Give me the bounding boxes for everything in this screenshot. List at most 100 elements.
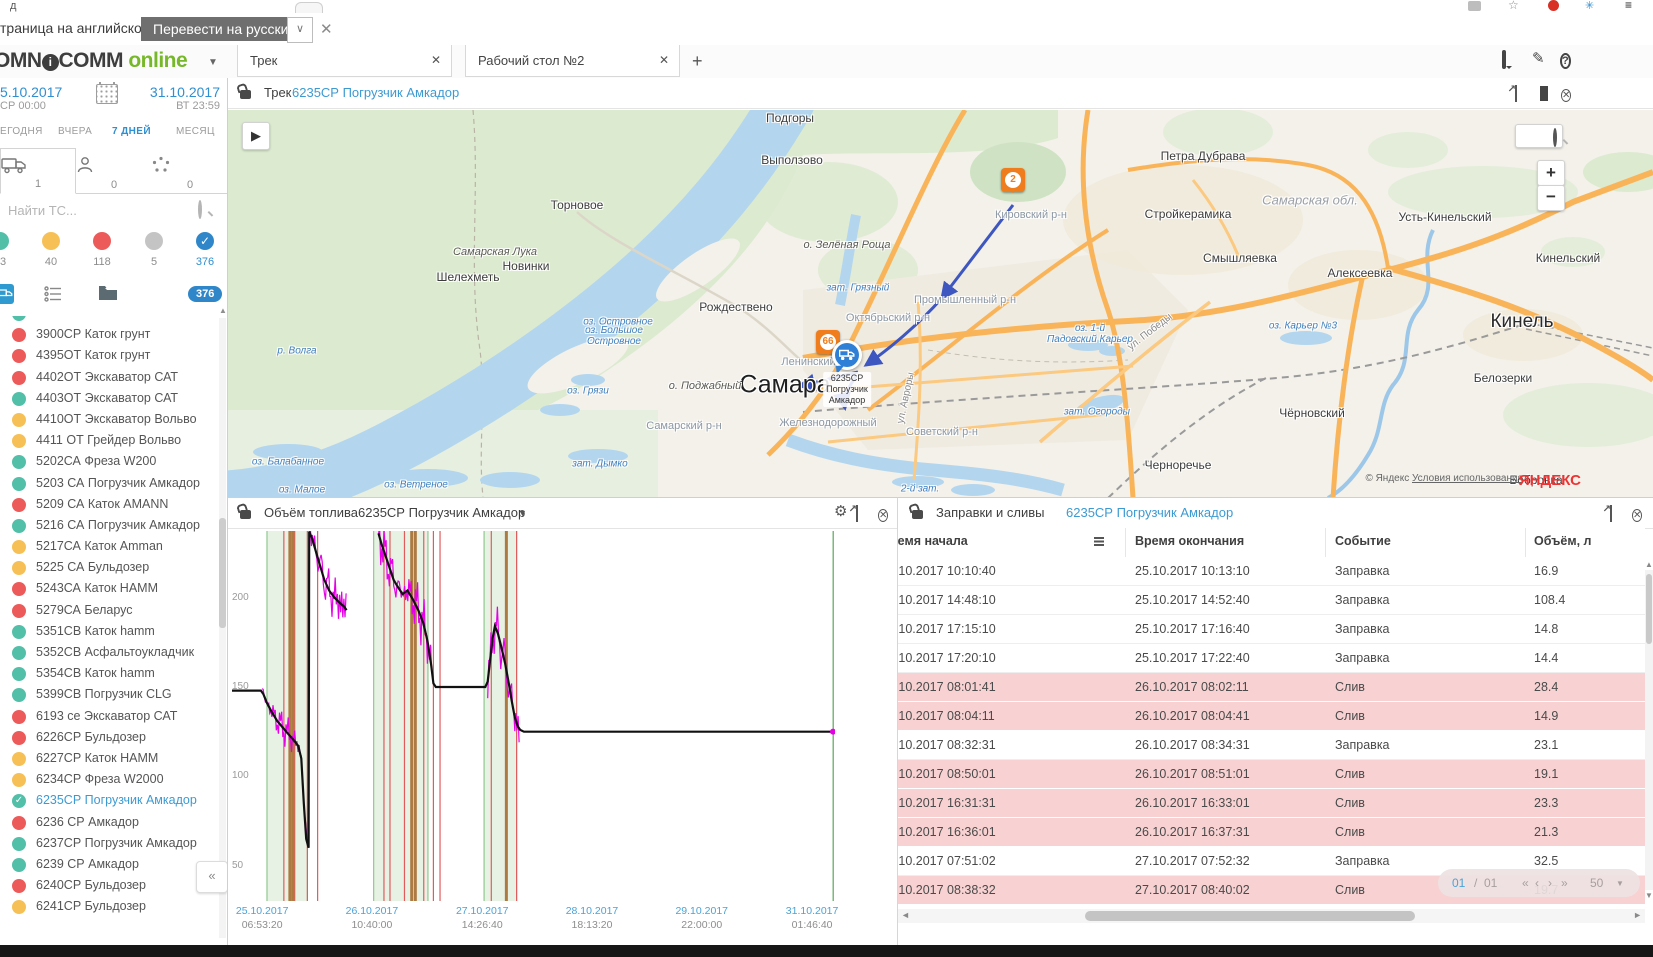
table-row[interactable]: 26.10.2017 16:36:0126.10.2017 16:37:31Сл…: [898, 818, 1645, 847]
vehicle-list-item[interactable]: 4410ОТ Экскаватор Вольво: [0, 410, 228, 431]
vehicle-list-item[interactable]: 6237СР Погрузчик Амкадор: [0, 834, 228, 855]
status-dot-red[interactable]: [93, 232, 111, 250]
vehicle-list-item[interactable]: ✓6235СР Погрузчик Амкадор: [0, 791, 228, 812]
vehicle-list-item[interactable]: 4411 ОТ Грейдер Вольво: [0, 431, 228, 452]
vehicle-list-item[interactable]: 4402ОТ Экскаватор САТ: [0, 368, 228, 389]
scrollbar-thumb[interactable]: [1646, 574, 1652, 644]
chevron-down-icon[interactable]: ▼: [518, 508, 527, 518]
table-vehicle-link[interactable]: 6235СР Погрузчик Амкадор: [1066, 505, 1233, 520]
vehicle-list-item[interactable]: 5354СВ Каток hamm: [0, 664, 228, 685]
table-vscrollbar[interactable]: ▲ ▼: [1645, 560, 1653, 900]
workspace-tab-trek[interactable]: Трек ✕: [237, 45, 452, 77]
vehicle-list-item[interactable]: 6236 СР Амкадор: [0, 813, 228, 834]
table-hscrollbar[interactable]: ◄ ►: [898, 909, 1645, 923]
bookmark-star-icon[interactable]: ☆: [1508, 0, 1522, 9]
workspace-tab-desktop2[interactable]: Рабочий стол №2 ✕: [465, 45, 680, 77]
col-end-time[interactable]: Время окончания: [1135, 534, 1244, 548]
vehicle-list-item[interactable]: 3900СР Каток грунт: [0, 325, 228, 346]
folder-icon[interactable]: [98, 285, 118, 301]
translate-button[interactable]: Перевести на русский: [141, 17, 308, 41]
settings-gear-icon[interactable]: ⚙: [834, 505, 847, 519]
calendar-icon[interactable]: [96, 84, 118, 104]
vehicle-list-item[interactable]: 4395ОТ Каток грунт: [0, 346, 228, 367]
status-dot-blue[interactable]: ✓: [196, 232, 214, 250]
scroll-right-icon[interactable]: ►: [1633, 910, 1642, 920]
table-row[interactable]: 26.10.2017 08:04:1126.10.2017 08:04:41Сл…: [898, 702, 1645, 731]
page-size-caret-icon[interactable]: ▼: [1616, 879, 1624, 888]
col-volume[interactable]: Объём, л: [1534, 534, 1591, 548]
table-row[interactable]: 25.10.2017 14:48:1025.10.2017 14:52:40За…: [898, 586, 1645, 615]
table-row[interactable]: 26.10.2017 16:31:3126.10.2017 16:33:01Сл…: [898, 789, 1645, 818]
vehicle-list-item[interactable]: 5351СВ Каток hamm: [0, 622, 228, 643]
status-dot-teal[interactable]: [0, 232, 9, 250]
table-row[interactable]: 25.10.2017 17:15:1025.10.2017 17:16:40За…: [898, 615, 1645, 644]
vehicle-list-item[interactable]: 5352СВ Асфальтоукладчик: [0, 643, 228, 664]
logo-menu-caret-icon[interactable]: ▼: [208, 57, 218, 68]
next-page-button[interactable]: ›: [1548, 876, 1552, 890]
range-7days[interactable]: 7 ДНЕЙ: [112, 126, 151, 137]
pause-icon[interactable]: [1540, 86, 1548, 101]
sort-icon[interactable]: [1094, 537, 1104, 546]
prev-page-button[interactable]: ‹: [1535, 876, 1539, 890]
chart-vehicle-selector[interactable]: 6235СР Погрузчик Амкадор: [358, 505, 525, 520]
close-pane-icon[interactable]: ✕: [1561, 86, 1571, 102]
vehicle-list-item[interactable]: 5225 СА Бульдозер: [0, 558, 228, 579]
search-icon[interactable]: [198, 202, 202, 217]
vehicle-list-item[interactable]: 6227СР Каток HAMM: [0, 749, 228, 770]
vehicle-list-item[interactable]: 5216 СА Погрузчик Амкадор: [0, 516, 228, 537]
vehicle-list-item[interactable]: 6239 СР Амкадор: [0, 855, 228, 876]
tab-geofences[interactable]: 0: [152, 148, 228, 194]
map-canvas[interactable]: ПодгорыВыползовоТорновоеСамарская ЛукаНо…: [228, 110, 1653, 497]
vehicle-list-item[interactable]: 5202СА Фреза W200: [0, 452, 228, 473]
expand-pane-icon[interactable]: [1515, 86, 1517, 101]
translate-ext-icon[interactable]: ✳: [1585, 0, 1599, 10]
close-pane-icon[interactable]: ✕: [878, 506, 888, 522]
vehicle-list-item[interactable]: 6234СР Фреза W2000: [0, 770, 228, 791]
vehicle-list-item[interactable]: 5399СВ Погрузчик CLG: [0, 685, 228, 706]
vehicle-list-scrollbar[interactable]: ▲: [219, 318, 226, 938]
scroll-up-icon[interactable]: ▲: [1645, 560, 1653, 569]
lock-icon[interactable]: [240, 87, 251, 102]
table-row[interactable]: 26.10.2017 08:01:4126.10.2017 08:02:11Сл…: [898, 673, 1645, 702]
vehicle-list-item[interactable]: [0, 316, 228, 325]
vehicle-list-item[interactable]: 5209 СА Каток AMANN: [0, 495, 228, 516]
feedback-pencil-icon[interactable]: ✎: [1532, 49, 1552, 67]
play-track-button[interactable]: ▶: [242, 122, 270, 150]
expand-pane-icon[interactable]: [1610, 506, 1612, 521]
record-icon[interactable]: [1548, 0, 1559, 11]
tab-close-icon[interactable]: ✕: [659, 53, 669, 67]
lock-icon[interactable]: [912, 507, 923, 522]
help-icon[interactable]: ?: [1560, 52, 1580, 70]
table-row[interactable]: 25.10.2017 10:10:4025.10.2017 10:13:10За…: [898, 557, 1645, 586]
close-pane-icon[interactable]: ✕: [1632, 506, 1642, 522]
translate-options-chevron-icon[interactable]: ∨: [287, 17, 313, 43]
vehicle-list-item[interactable]: 6226СР Бульдозер: [0, 728, 228, 749]
vehicle-list-item[interactable]: 5217СА Каток Amman: [0, 537, 228, 558]
col-start-time[interactable]: Время начала: [898, 534, 1108, 548]
first-page-button[interactable]: «: [1522, 876, 1529, 890]
date-to[interactable]: 31.10.2017 ВТ 23:59: [130, 84, 220, 112]
sidebar-collapse-button[interactable]: «: [196, 861, 228, 893]
tab-vehicles[interactable]: 1: [0, 148, 76, 194]
vehicle-marker[interactable]: [832, 340, 862, 370]
lock-icon[interactable]: [240, 507, 251, 522]
table-row[interactable]: 26.10.2017 08:32:3126.10.2017 08:34:31За…: [898, 731, 1645, 760]
vehicle-search[interactable]: Найти ТС...: [0, 194, 228, 228]
scrollbar-thumb[interactable]: [1085, 911, 1415, 921]
table-row[interactable]: 26.10.2017 08:50:0126.10.2017 08:51:01Сл…: [898, 760, 1645, 789]
last-page-button[interactable]: »: [1561, 876, 1568, 890]
expand-pane-icon[interactable]: [856, 506, 858, 521]
tab-drivers[interactable]: 0: [76, 148, 152, 194]
zoom-in-button[interactable]: +: [1537, 160, 1565, 186]
group-marker[interactable]: 2: [1001, 168, 1025, 192]
range-today[interactable]: ЕГОДНЯ: [0, 126, 43, 137]
page-size-select[interactable]: 50: [1590, 876, 1603, 890]
vehicle-list-item[interactable]: 6241СР Бульдозер: [0, 897, 228, 918]
col-event[interactable]: Событие: [1335, 534, 1391, 548]
scroll-left-icon[interactable]: ◄: [901, 910, 910, 920]
terms-link[interactable]: Условия использования: [1412, 473, 1523, 484]
translate-close-icon[interactable]: ✕: [320, 20, 333, 38]
vehicle-list-item[interactable]: 5243СА Каток HAMM: [0, 579, 228, 600]
fuel-chart-plot[interactable]: [232, 531, 835, 901]
map-search-icon[interactable]: [1553, 130, 1557, 145]
